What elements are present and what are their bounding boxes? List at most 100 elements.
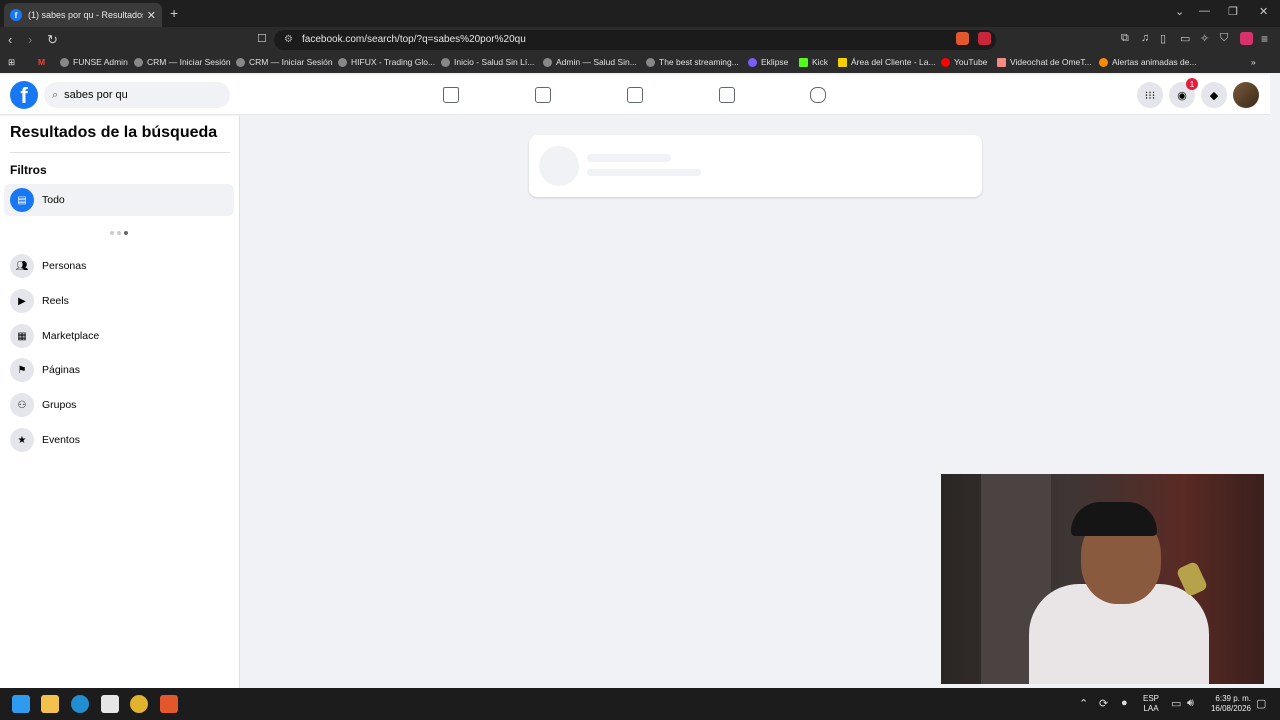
notifications-icon[interactable]: ◆ <box>1201 82 1227 108</box>
vpn-icon[interactable]: ⛉ <box>1220 32 1228 45</box>
bookmark-item[interactable]: Admin — Salud Sin... <box>543 57 637 67</box>
brave-icon[interactable] <box>160 695 178 713</box>
notification-center-icon[interactable]: ▢ <box>1256 697 1266 710</box>
bookmark-icon[interactable]: ☐ <box>257 32 267 45</box>
browser-toolbar: ‹ › ↻ ☐ ⚙ facebook.com/search/top/?q=sab… <box>0 27 1280 53</box>
tray-overflow-icon[interactable]: ⌃ <box>1079 697 1088 710</box>
browser-tab[interactable]: f (1) sabes por qu - Resultados de ✕ <box>4 3 162 27</box>
bookmark-item[interactable]: YouTube <box>941 57 987 67</box>
microphone-icon[interactable]: ● <box>1121 697 1128 709</box>
brave-rewards-icon[interactable] <box>978 32 991 45</box>
bookmark-item[interactable]: FUNSE Admin <box>60 57 128 67</box>
tab-search-icon[interactable]: ⌄ <box>1175 5 1184 18</box>
marketplace-nav-icon[interactable] <box>719 87 735 103</box>
sidebar-icon[interactable]: ▯ <box>1160 32 1166 45</box>
loading-skeleton-card <box>529 135 982 197</box>
avatar[interactable] <box>1233 82 1259 108</box>
reload-icon[interactable]: ↻ <box>47 32 58 48</box>
filters-heading: Filtros <box>10 163 47 177</box>
filter-marketplace[interactable]: ▦ Marketplace <box>4 320 234 352</box>
bookmarks-bar: ⊞ M FUNSE Admin CRM — Iniciar Sesión CRM… <box>0 53 1280 73</box>
marketplace-icon: ▦ <box>10 324 34 348</box>
filter-personas[interactable]: 👥︎ Personas <box>4 250 234 282</box>
brave-shield-icon[interactable] <box>956 32 969 45</box>
facebook-search[interactable]: ⌕ <box>44 82 230 108</box>
skeleton-line <box>587 154 671 162</box>
home-icon[interactable] <box>443 87 459 103</box>
skeleton-line <box>587 169 701 176</box>
bookmark-favicon-icon <box>1099 57 1108 67</box>
messenger-badge: 1 <box>1186 78 1198 90</box>
bookmark-item[interactable]: Alertas animadas de... <box>1099 57 1197 67</box>
extensions-icon[interactable]: ⧉ <box>1121 32 1129 45</box>
browser-tabstrip: f (1) sabes por qu - Resultados de ✕ + ⌄… <box>0 0 1280 27</box>
bookmark-favicon-icon <box>646 57 655 67</box>
skeleton-avatar <box>539 146 579 186</box>
video-icon[interactable] <box>535 87 551 103</box>
bookmark-item[interactable]: HIFUX - Trading Glo... <box>338 57 435 67</box>
bookmark-favicon-icon <box>543 57 552 67</box>
scrollbar[interactable] <box>1270 116 1280 688</box>
close-window-button[interactable]: ✕ <box>1259 5 1268 18</box>
bookmark-item[interactable]: The best streaming... <box>646 57 739 67</box>
filter-label: Grupos <box>42 399 77 411</box>
chrome-icon[interactable] <box>130 695 148 713</box>
feeds-icon[interactable] <box>627 87 643 103</box>
sync-icon[interactable]: ⟳ <box>1099 697 1108 710</box>
wallet-icon[interactable]: ▭ <box>1180 32 1190 45</box>
filter-label: Reels <box>42 295 69 307</box>
gmail-icon[interactable]: M <box>38 57 45 67</box>
bookmark-favicon-icon <box>748 57 757 67</box>
start-icon[interactable] <box>12 695 30 713</box>
forward-icon[interactable]: › <box>28 32 32 47</box>
webcam-person-cap <box>1071 502 1157 536</box>
messenger-icon[interactable]: ◉ 1 <box>1169 78 1198 108</box>
maximize-button[interactable]: ❐ <box>1228 5 1238 18</box>
filter-reels[interactable]: ▶ Reels <box>4 285 234 317</box>
network-icon[interactable]: ▭ <box>1171 697 1181 710</box>
filter-todo[interactable]: ▤ Todo <box>4 184 234 216</box>
people-icon: 👥︎ <box>10 254 34 278</box>
bookmark-item[interactable]: CRM — Iniciar Sesión <box>236 57 333 67</box>
groups-icon: ⚇ <box>10 393 34 417</box>
search-sidebar: Resultados de la búsqueda Filtros ▤ Todo… <box>0 116 240 688</box>
filter-paginas[interactable]: ⚑ Páginas <box>4 354 234 386</box>
minimize-button[interactable]: — <box>1199 5 1210 17</box>
address-bar[interactable]: ⚙ facebook.com/search/top/?q=sabes%20por… <box>274 30 996 50</box>
clock[interactable]: 6:39 p. m. 16/08/2026 <box>1205 694 1251 714</box>
new-tab-button[interactable]: + <box>170 5 178 21</box>
bookmark-favicon-icon <box>236 57 245 67</box>
site-info-icon[interactable]: ⚙ <box>284 30 293 50</box>
bookmark-item[interactable]: Inicio - Salud Sin Lí... <box>441 57 534 67</box>
filter-label: Todo <box>42 194 65 206</box>
tab-close-icon[interactable]: ✕ <box>147 9 156 22</box>
bookmark-item[interactable]: Eklipse <box>748 57 788 67</box>
profile-extension-icon[interactable] <box>1240 32 1253 45</box>
tab-title: (1) sabes por qu - Resultados de <box>28 10 143 20</box>
more-bookmarks-icon[interactable]: » <box>1251 57 1256 67</box>
menu-grid-icon[interactable]: ⁝⁝⁝ <box>1137 82 1163 108</box>
apps-icon[interactable]: ⊞ <box>8 57 15 68</box>
filter-eventos[interactable]: ★ Eventos <box>4 424 234 456</box>
facebook-logo-icon[interactable]: f <box>10 81 38 109</box>
language-indicator[interactable]: ESP LAA <box>1143 694 1159 714</box>
filter-grupos[interactable]: ⚇ Grupos <box>4 389 234 421</box>
loading-indicator <box>110 231 128 235</box>
leo-icon[interactable]: ✧ <box>1200 32 1209 45</box>
filter-label: Personas <box>42 260 87 272</box>
reels-icon: ▶ <box>10 289 34 313</box>
bookmark-item[interactable]: Área del Cliente - La... <box>838 57 936 67</box>
store-icon[interactable] <box>101 695 119 713</box>
url-text: facebook.com/search/top/?q=sabes%20por%2… <box>302 34 526 45</box>
gaming-icon[interactable] <box>810 87 826 103</box>
edge-icon[interactable] <box>71 695 89 713</box>
file-explorer-icon[interactable] <box>41 695 59 713</box>
bookmark-item[interactable]: CRM — Iniciar Sesión <box>134 57 231 67</box>
search-input[interactable] <box>64 89 215 101</box>
bookmark-item[interactable]: Kick <box>799 57 828 67</box>
menu-icon[interactable]: ≡ <box>1261 32 1268 46</box>
volume-icon[interactable]: 🔊︎ <box>1187 697 1194 710</box>
bookmark-item[interactable]: Videochat de OmeT... <box>997 57 1092 67</box>
back-icon[interactable]: ‹ <box>8 32 12 47</box>
media-icon[interactable]: ♫ <box>1141 32 1149 44</box>
